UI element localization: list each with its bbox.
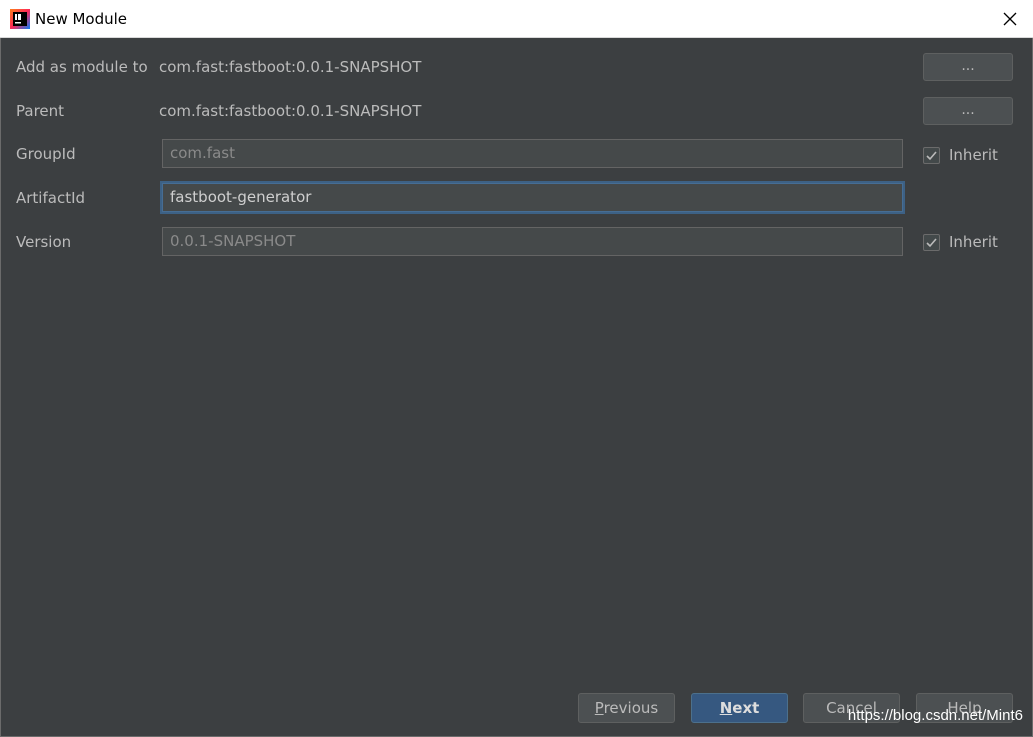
- group-id-inherit-label: Inherit: [949, 146, 998, 164]
- checkmark-icon: [926, 238, 937, 248]
- next-button[interactable]: Next: [691, 693, 788, 723]
- group-id-label: GroupId: [16, 145, 76, 163]
- parent-browse-button[interactable]: ...: [923, 97, 1013, 125]
- add-as-module-to-value: com.fast:fastboot:0.0.1-SNAPSHOT: [159, 58, 422, 76]
- group-id-field[interactable]: com.fast: [162, 139, 903, 168]
- version-inherit-label: Inherit: [949, 233, 998, 251]
- add-as-module-to-label: Add as module to: [16, 58, 148, 76]
- title-bar: New Module: [0, 0, 1033, 38]
- version-label: Version: [16, 233, 72, 251]
- parent-label: Parent: [16, 102, 65, 120]
- parent-value: com.fast:fastboot:0.0.1-SNAPSHOT: [159, 102, 422, 120]
- watermark: https://blog.csdn.net/Mint6: [847, 707, 1023, 724]
- previous-button[interactable]: Previous: [578, 693, 675, 723]
- artifact-id-label: ArtifactId: [16, 189, 86, 207]
- version-field[interactable]: 0.0.1-SNAPSHOT: [162, 227, 903, 256]
- checkmark-icon: [926, 151, 937, 161]
- window-title: New Module: [35, 10, 128, 28]
- intellij-idea-icon: [10, 9, 30, 29]
- close-icon: [1003, 12, 1017, 26]
- add-as-module-to-browse-button[interactable]: ...: [923, 53, 1013, 81]
- previous-label: revious: [603, 699, 659, 717]
- artifact-id-field[interactable]: fastboot-generator: [162, 183, 903, 212]
- next-mnemonic: N: [719, 699, 733, 717]
- checkbox-box: [923, 147, 940, 164]
- checkbox-box: [923, 234, 940, 251]
- window-frame-left: [0, 38, 1, 737]
- next-label: ext: [732, 699, 760, 717]
- close-button[interactable]: [987, 0, 1033, 38]
- previous-mnemonic: P: [594, 699, 604, 717]
